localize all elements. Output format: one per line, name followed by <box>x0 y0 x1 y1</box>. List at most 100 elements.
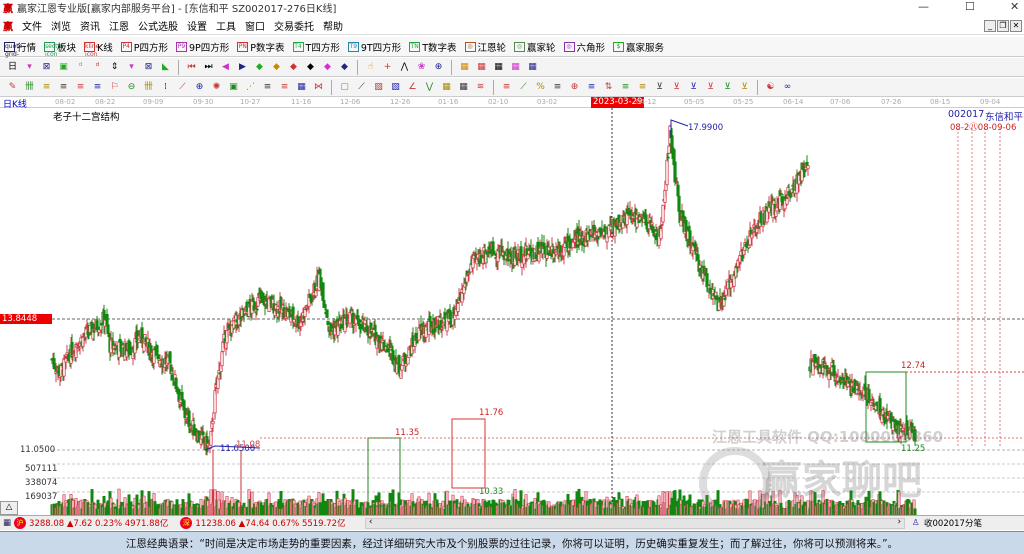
tool-icon[interactable]: ⊻ <box>739 81 751 93</box>
tool-icon[interactable]: 卌 <box>24 81 36 93</box>
tool-icon[interactable]: ☝ <box>365 61 377 73</box>
tool-icon[interactable]: ⁞ <box>160 81 172 93</box>
tool-icon[interactable]: ≡ <box>262 81 274 93</box>
tool-icon[interactable]: ⟋ <box>518 81 530 93</box>
sz-index[interactable]: 深 11238.06 ▲74.64 0.67% 5519.72亿 <box>180 517 346 529</box>
tool-icon[interactable]: ≡ <box>279 81 291 93</box>
tool-icon[interactable]: ✎ <box>7 81 19 93</box>
tool-icon[interactable]: ▶ <box>237 61 249 73</box>
toolbar-button-3[interactable]: P4 P四方形 <box>120 40 168 54</box>
menu-item-1[interactable]: 浏览 <box>51 18 71 33</box>
menu-item-6[interactable]: 工具 <box>216 18 236 33</box>
tool-icon[interactable]: ᵈ <box>75 61 87 73</box>
tool-icon[interactable]: ⏮ <box>186 61 198 73</box>
tool-icon[interactable]: ◆ <box>339 61 351 73</box>
tool-icon[interactable]: ▾ <box>24 61 36 73</box>
tool-icon[interactable]: ⟋ <box>177 81 189 93</box>
tool-icon[interactable]: ⚐ <box>109 81 121 93</box>
tool-icon[interactable]: ⏭ <box>203 61 215 73</box>
toolbar-button-8[interactable]: TN T数字表 <box>409 40 457 54</box>
tool-icon[interactable]: ▧ <box>373 81 385 93</box>
tool-icon[interactable]: ⊖ <box>126 81 138 93</box>
toolbar-button-7[interactable]: T9 9T四方形 <box>347 40 401 54</box>
toolbar-button-0[interactable]: quote-grid-icon行情 <box>4 40 36 66</box>
tool-icon[interactable]: ⟋ <box>356 81 368 93</box>
tool-icon[interactable]: ⊻ <box>671 81 683 93</box>
scroll-left-icon[interactable]: ‹ <box>369 517 372 527</box>
tool-icon[interactable]: ▣ <box>58 61 70 73</box>
tool-icon[interactable]: ▦ <box>493 61 505 73</box>
horizontal-scrollbar[interactable]: ‹ › <box>365 517 905 529</box>
tool-icon[interactable]: ≡ <box>552 81 564 93</box>
tool-icon[interactable]: ⊠ <box>143 61 155 73</box>
tool-icon[interactable]: ≡ <box>586 81 598 93</box>
tool-icon[interactable]: ∞ <box>782 81 794 93</box>
tool-icon[interactable]: ≡ <box>92 81 104 93</box>
tool-icon[interactable]: ◣ <box>160 61 172 73</box>
tool-icon[interactable]: ◆ <box>271 61 283 73</box>
tick-detail-link[interactable]: 收002017分笔 <box>924 517 982 529</box>
app-menu-icon[interactable]: 赢 <box>3 18 13 33</box>
minimize-button[interactable]: — <box>918 0 929 13</box>
tool-icon[interactable]: ▦ <box>527 61 539 73</box>
toolbar-button-2[interactable]: kline-icon K线 <box>84 40 113 58</box>
tool-icon[interactable]: ≡ <box>41 81 53 93</box>
tool-icon[interactable]: ❀ <box>416 61 428 73</box>
toolbar-button-12[interactable]: $ 赢家服务 <box>613 40 664 54</box>
tool-icon[interactable]: ⇅ <box>603 81 615 93</box>
tool-icon[interactable]: ⇕ <box>109 61 121 73</box>
tool-icon[interactable]: ▦ <box>441 81 453 93</box>
tool-icon[interactable]: ▦ <box>510 61 522 73</box>
toolbar-button-4[interactable]: P9 9P四方形 <box>176 40 229 54</box>
tool-icon[interactable]: ≡ <box>637 81 649 93</box>
tool-icon[interactable]: ◀ <box>220 61 232 73</box>
tool-icon[interactable]: ◆ <box>305 61 317 73</box>
tool-icon[interactable]: ⋁ <box>424 81 436 93</box>
tool-icon[interactable]: ⊠ <box>41 61 53 73</box>
tool-icon[interactable]: ▧ <box>390 81 402 93</box>
tool-icon[interactable]: ◆ <box>254 61 266 73</box>
toolbar-button-9[interactable]: ◎ 江恩轮 <box>464 40 506 54</box>
tool-icon[interactable]: ⊻ <box>722 81 734 93</box>
close-button[interactable]: ✕ <box>1010 0 1019 13</box>
tool-icon[interactable]: ≡ <box>620 81 632 93</box>
menu-item-7[interactable]: 窗口 <box>245 18 265 33</box>
tool-icon[interactable]: ▦ <box>476 61 488 73</box>
toolbar-button-11[interactable]: ◎ 六角形 <box>563 40 605 54</box>
sh-index[interactable]: 沪 3288.08 ▲7.62 0.23% 4971.88亿 <box>14 517 168 529</box>
menu-item-2[interactable]: 资讯 <box>80 18 100 33</box>
tool-icon[interactable]: ⊻ <box>654 81 666 93</box>
tool-icon[interactable]: ⋈ <box>313 81 325 93</box>
tool-icon[interactable]: ≋ <box>475 81 487 93</box>
kline-chart[interactable]: 老子十二宫结构 002017 东信和平 08-2㊇08-09-06 13.844… <box>0 108 1024 522</box>
menu-item-9[interactable]: 帮助 <box>323 18 343 33</box>
toolbar-button-6[interactable]: T4 T四方形 <box>292 40 340 54</box>
tool-icon[interactable]: ⋀ <box>399 61 411 73</box>
tool-icon[interactable]: ▢ <box>339 81 351 93</box>
expand-panel-button[interactable]: △ <box>0 501 18 515</box>
tool-icon[interactable]: ⋰ <box>245 81 257 93</box>
tool-icon[interactable]: ⊕ <box>569 81 581 93</box>
mdi-restore-button[interactable]: ❐ <box>997 20 1009 32</box>
tool-icon[interactable]: ≡ <box>501 81 513 93</box>
tool-icon[interactable]: ☯ <box>765 81 777 93</box>
tool-icon[interactable]: ᵈ <box>92 61 104 73</box>
tool-icon[interactable]: ⊻ <box>688 81 700 93</box>
tool-icon[interactable]: ▾ <box>126 61 138 73</box>
tool-icon[interactable]: ▦ <box>296 81 308 93</box>
tool-icon[interactable]: ≡ <box>75 81 87 93</box>
menu-item-3[interactable]: 江恩 <box>109 18 129 33</box>
menu-item-0[interactable]: 文件 <box>22 18 42 33</box>
tool-icon[interactable]: + <box>382 61 394 73</box>
menu-item-5[interactable]: 设置 <box>187 18 207 33</box>
tool-icon[interactable]: ▦ <box>459 61 471 73</box>
menu-item-8[interactable]: 交易委托 <box>274 18 314 33</box>
tool-icon[interactable]: ⊻ <box>705 81 717 93</box>
tool-icon[interactable]: ▣ <box>228 81 240 93</box>
grid-icon[interactable]: ▦ <box>3 518 11 528</box>
scroll-right-icon[interactable]: › <box>898 517 901 527</box>
tool-icon[interactable]: ∠ <box>407 81 419 93</box>
tool-icon[interactable]: 卌 <box>143 81 155 93</box>
tool-icon[interactable]: ✺ <box>211 81 223 93</box>
toolbar-button-1[interactable]: sector-icon 板块 <box>44 40 76 58</box>
